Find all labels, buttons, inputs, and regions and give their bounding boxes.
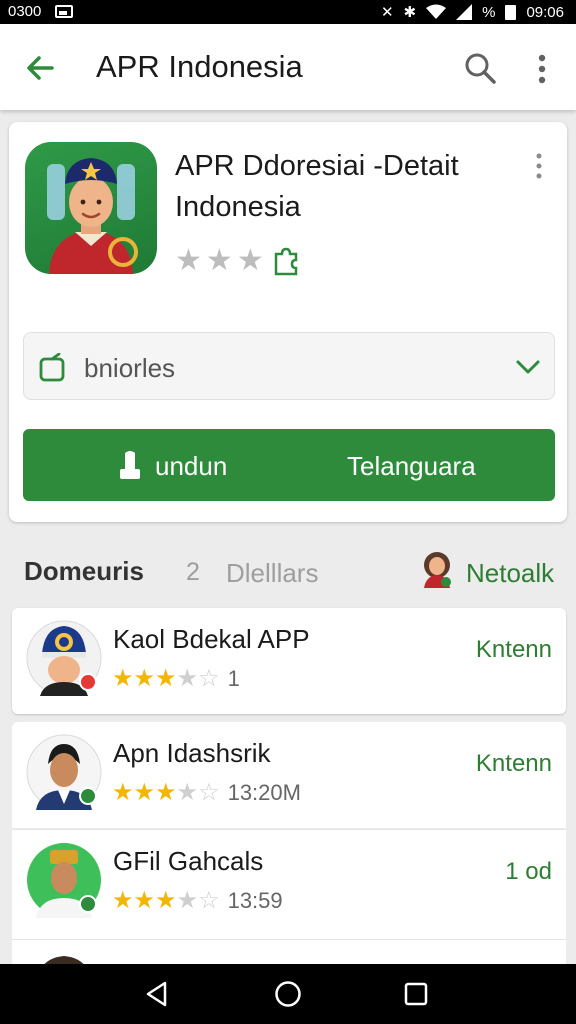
battery-icon (505, 4, 517, 20)
app-bar: APR Indonesia (0, 24, 576, 110)
police-avatar-icon (26, 620, 102, 696)
chevron-down-icon (516, 360, 540, 374)
star-outline-icon: ☆ (198, 665, 220, 692)
section-title: Domeuris (24, 556, 144, 586)
status-bar: 0300 ✕ ✱ % 09:06 (0, 0, 576, 24)
battery-percent: % (482, 3, 496, 21)
tag-icon (39, 353, 65, 382)
star-icon: ★ (133, 887, 156, 914)
item-rating: ★ ★ ★ ★ ☆ 1 (112, 666, 240, 692)
page-title: APR Indonesia (96, 49, 303, 84)
star-outline-icon: ☆ (198, 779, 220, 806)
category-dropdown[interactable]: bniorles (23, 332, 555, 400)
list-item[interactable]: Apn Idashsrik ★ ★ ★ ★ ☆ 13:20M Kntenn (12, 722, 566, 828)
item-name: GFil Gahcals (113, 846, 264, 876)
bluetooth-icon: ✱ (403, 4, 417, 21)
item-meta: 13:59 (227, 888, 283, 913)
item-name: Kaol Bdekal APP (113, 624, 310, 654)
officer-avatar-icon (47, 158, 138, 274)
dropdown-label: bniorles (84, 353, 176, 383)
item-action[interactable]: Kntenn (476, 636, 552, 664)
star-icon: ★ (236, 244, 264, 277)
star-icon: ★ (112, 887, 134, 914)
status-time-left: 0300 (8, 3, 42, 20)
item-action[interactable]: Kntenn (476, 750, 552, 778)
star-icon: ★ (112, 665, 134, 692)
section-count: 2 (186, 558, 200, 586)
home-nav-icon[interactable] (274, 980, 302, 1008)
list-item[interactable]: Kaol Bdekal APP ★ ★ ★ ★ ☆ 1 Kntenn (12, 608, 566, 714)
download-icon (120, 451, 140, 479)
star-outline-icon: ☆ (198, 887, 220, 914)
star-icon: ★ (155, 887, 177, 914)
star-icon: ★ (112, 779, 134, 806)
man-avatar-icon (26, 734, 102, 810)
item-meta: 1 (227, 666, 240, 691)
section-link[interactable]: Netoalk (466, 558, 554, 589)
nfc-icon: ✕ (380, 4, 394, 21)
star-icon: ★ (133, 779, 156, 806)
star-icon: ★ (176, 779, 199, 806)
app-rating: ★ ★ ★ (175, 246, 300, 276)
section-header: Domeuris 2 Dlelllars Netoalk (0, 536, 576, 606)
user-avatar-icon (424, 552, 451, 588)
app-icon[interactable] (25, 142, 157, 274)
app-detail-card: APR Ddoresiai -Detait Indonesia ★ ★ ★ bn… (9, 122, 567, 522)
item-name: Apn Idashsrik (113, 738, 271, 768)
star-icon: ★ (176, 887, 199, 914)
list-item[interactable]: GFil Gahcals ★ ★ ★ ★ ☆ 13:59 1 od (12, 829, 566, 939)
app-title: APR Ddoresiai -Detait Indonesia (175, 150, 459, 223)
search-icon[interactable] (462, 50, 498, 86)
section-subtitle: Dlelllars (226, 558, 319, 588)
star-icon: ★ (133, 665, 156, 692)
item-action[interactable]: 1 od (505, 858, 552, 886)
recents-nav-icon[interactable] (402, 980, 430, 1008)
star-icon: ★ (205, 244, 233, 277)
star-icon: ★ (155, 779, 177, 806)
traditional-man-avatar-icon (27, 843, 101, 918)
navigation-bar (0, 964, 576, 1024)
status-time-right: 09:06 (526, 3, 564, 21)
star-icon: ★ (176, 665, 199, 692)
language-label: Telanguara (347, 451, 476, 481)
install-button[interactable]: undun Telanguara (23, 429, 555, 501)
star-icon: ★ (155, 665, 177, 692)
back-nav-icon[interactable] (143, 980, 171, 1008)
item-meta: 13:20M (227, 780, 301, 805)
install-label: undun (155, 451, 228, 481)
star-icon: ★ (175, 244, 202, 277)
back-arrow-icon[interactable] (22, 50, 58, 86)
card-overflow-menu-icon[interactable] (533, 152, 545, 180)
wifi-icon (426, 4, 447, 19)
image-notification-icon (55, 5, 74, 18)
puzzle-badge-icon (274, 247, 297, 276)
item-rating: ★ ★ ★ ★ ☆ 13:59 (112, 888, 283, 914)
overflow-menu-icon[interactable] (530, 52, 554, 86)
item-rating: ★ ★ ★ ★ ☆ 13:20M (112, 780, 301, 806)
signal-icon (456, 4, 473, 20)
